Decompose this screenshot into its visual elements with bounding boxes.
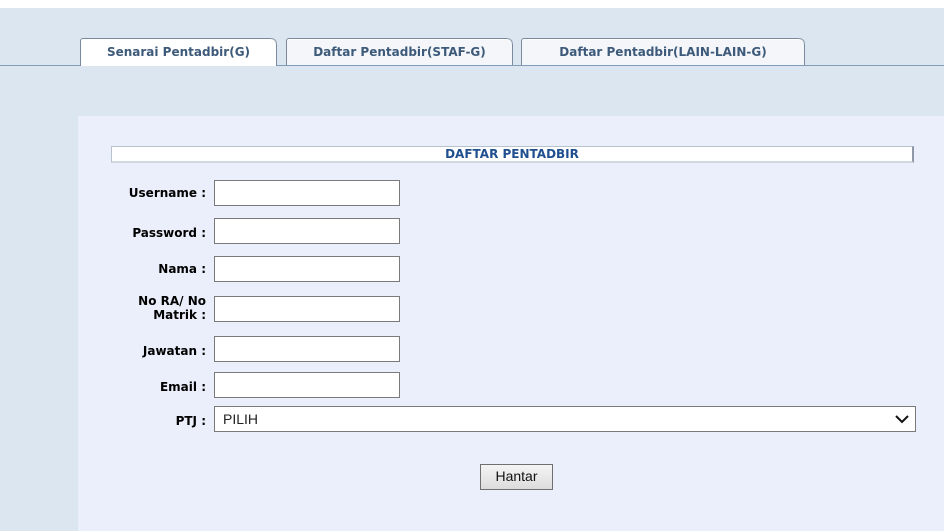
email-label: Email : xyxy=(159,380,206,394)
ptj-select[interactable]: PILIH xyxy=(214,406,916,432)
no-ra-input[interactable] xyxy=(214,296,400,322)
tab-senarai-pentadbir[interactable]: Senarai Pentadbir(G) xyxy=(80,38,277,66)
no-ra-label-line1: No RA/ No xyxy=(138,294,206,308)
section-title: DAFTAR PENTADBIR xyxy=(111,146,914,163)
password-input[interactable] xyxy=(214,218,400,244)
jawatan-input[interactable] xyxy=(214,336,400,362)
nama-input[interactable] xyxy=(214,256,400,282)
ptj-label: PTJ : xyxy=(175,414,206,428)
tab-daftar-pentadbir-staf[interactable]: Daftar Pentadbir(STAF-G) xyxy=(286,38,513,65)
email-input[interactable] xyxy=(214,372,400,398)
password-label: Password : xyxy=(132,226,206,240)
nama-label: Nama : xyxy=(158,262,206,276)
no-ra-label: No RA/ No Matrik : xyxy=(78,294,206,322)
tab-label: Daftar Pentadbir(LAIN-LAIN-G) xyxy=(559,45,767,59)
tab-daftar-pentadbir-lain[interactable]: Daftar Pentadbir(LAIN-LAIN-G) xyxy=(521,38,805,65)
chevron-down-icon xyxy=(895,415,909,424)
ptj-selected-value: PILIH xyxy=(223,411,259,427)
tab-label: Senarai Pentadbir(G) xyxy=(106,45,251,59)
hantar-button[interactable]: Hantar xyxy=(480,464,553,490)
jawatan-label: Jawatan : xyxy=(142,344,206,358)
tab-label: Daftar Pentadbir(STAF-G) xyxy=(313,45,486,59)
username-label: Username : xyxy=(128,186,206,200)
no-ra-label-line2: Matrik : xyxy=(153,308,206,322)
username-input[interactable] xyxy=(214,180,400,206)
form-panel: DAFTAR PENTADBIR Username : Password : N… xyxy=(78,116,944,531)
